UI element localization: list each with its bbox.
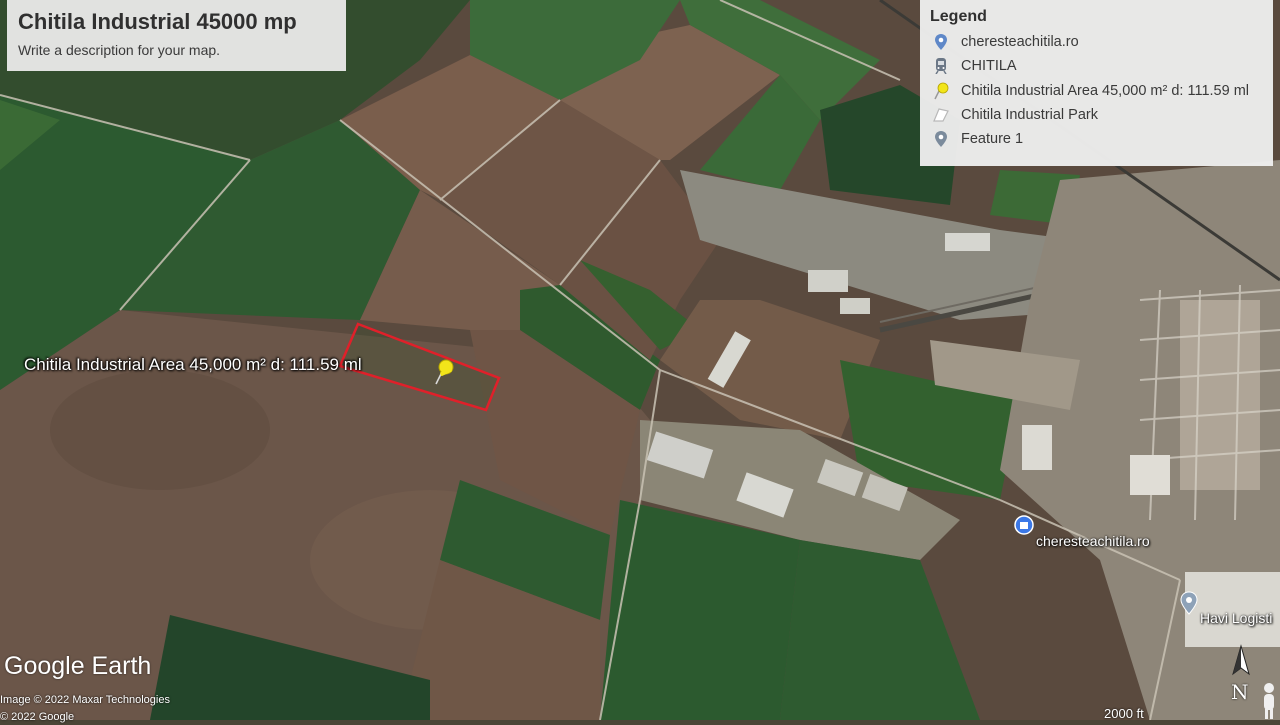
legend-label: Chitila Industrial Area 45,000 m² d: 111… <box>961 82 1250 99</box>
legend-heading: Legend <box>930 8 987 25</box>
legend-item-chitila[interactable]: CHITILA <box>930 54 1263 78</box>
imagery-credit: Image © 2022 Maxar Technologies <box>0 694 170 706</box>
yellow-pushpin-icon <box>930 81 952 101</box>
google-credit: © 2022 Google <box>0 711 75 723</box>
google-earth-logo: Google Earth <box>4 652 152 680</box>
havi-poi-marker-icon[interactable] <box>1180 591 1198 615</box>
train-icon <box>930 56 952 76</box>
map-pin-icon <box>930 32 952 52</box>
havi-poi-label[interactable]: Havi Logisti <box>1200 610 1272 626</box>
compass-icon[interactable]: N <box>1226 644 1256 704</box>
legend-label: CHITILA <box>961 58 1017 75</box>
industrial-area-label[interactable]: Chitila Industrial Area 45,000 m² d: 111… <box>24 355 362 375</box>
legend-label: cheresteachitila.ro <box>961 34 1079 51</box>
legend-item-industrial-area[interactable]: Chitila Industrial Area 45,000 m² d: 111… <box>930 79 1263 103</box>
industrial-area-polygon[interactable] <box>338 322 501 412</box>
map-title-panel: Chitila Industrial 45000 mp Write a desc… <box>7 0 346 71</box>
legend-panel: Legend cheresteachitila.ro CHITILA Chiti… <box>920 0 1273 166</box>
legend-label: Feature 1 <box>961 131 1024 148</box>
scale-label: 2000 ft <box>1104 706 1144 721</box>
legend-item-industrial-park[interactable]: Chitila Industrial Park <box>930 103 1263 127</box>
map-description[interactable]: Write a description for your map. <box>18 42 335 58</box>
polygon-icon <box>930 105 952 125</box>
pegman-icon[interactable] <box>1258 676 1280 720</box>
cherestea-poi-marker-icon[interactable] <box>1014 515 1034 535</box>
legend-item-feature-1[interactable]: Feature 1 <box>930 127 1263 151</box>
map-pin-icon <box>930 129 952 149</box>
legend-label: Chitila Industrial Park <box>961 107 1098 124</box>
cherestea-poi-label[interactable]: cheresteachitila.ro <box>1036 533 1150 549</box>
legend-item-cherestea[interactable]: cheresteachitila.ro <box>930 30 1263 54</box>
map-title[interactable]: Chitila Industrial 45000 mp <box>18 9 335 35</box>
compass-north-label: N <box>1231 680 1249 704</box>
